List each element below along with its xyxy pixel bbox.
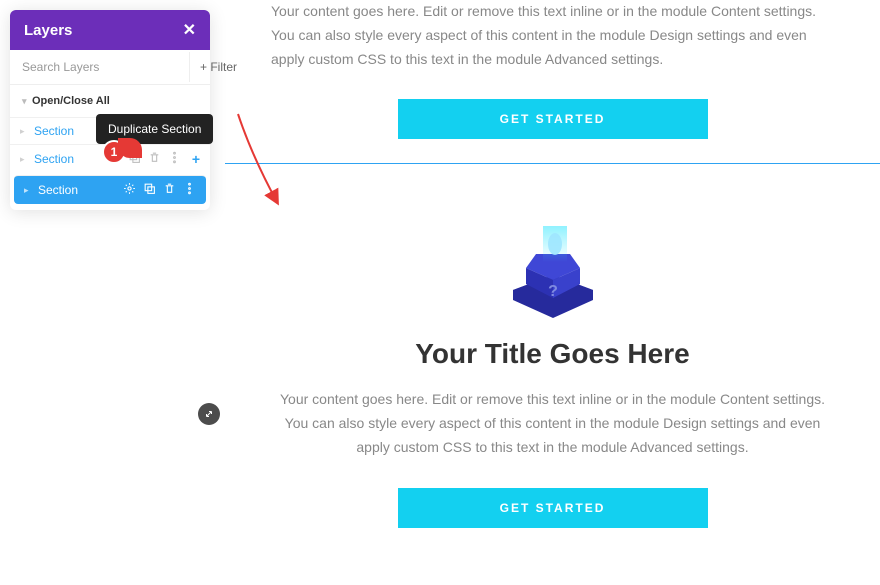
chevron-down-icon: ▾	[22, 96, 32, 107]
chevron-right-icon: ▸	[20, 154, 30, 165]
open-close-all-label: Open/Close All	[32, 95, 110, 107]
search-input[interactable]	[10, 50, 189, 84]
page-canvas: Your content goes here. Edit or remove t…	[225, 0, 880, 528]
more-icon[interactable]	[183, 182, 196, 198]
content-block: Your content goes here. Edit or remove t…	[225, 0, 880, 139]
filter-button[interactable]: + Filter	[189, 52, 247, 82]
open-close-all-row[interactable]: ▾ Open/Close All	[10, 85, 210, 117]
section-label: Section	[34, 183, 123, 197]
search-row: + Filter	[10, 50, 210, 85]
content-block: ? Your Title Goes Here Your content goes…	[225, 164, 880, 527]
trash-icon[interactable]	[148, 151, 161, 167]
get-started-button[interactable]: GET STARTED	[398, 488, 708, 528]
svg-text:?: ?	[548, 283, 558, 300]
annotation-arrow	[232, 110, 287, 210]
panel-title: Layers	[24, 22, 72, 39]
body-text: Your content goes here. Edit or remove t…	[271, 388, 834, 459]
get-started-button[interactable]: GET STARTED	[398, 99, 708, 139]
resize-handle-icon[interactable]	[198, 403, 220, 425]
section-row-active[interactable]: ▸ Section	[14, 175, 206, 204]
panel-header: Layers ✕	[10, 10, 210, 50]
section-actions	[123, 182, 196, 198]
layers-panel: Layers ✕ + Filter ▾ Open/Close All ▸ Sec…	[10, 10, 210, 210]
trash-icon[interactable]	[163, 182, 176, 198]
add-section-button[interactable]: +	[192, 151, 200, 167]
box-question-icon: ?	[498, 220, 608, 320]
more-icon[interactable]	[168, 151, 181, 167]
chevron-right-icon: ▸	[24, 185, 34, 196]
chevron-right-icon: ▸	[20, 126, 30, 137]
annotation-callout: 1	[102, 140, 126, 164]
section-title: Your Title Goes Here	[271, 338, 834, 370]
duplicate-icon[interactable]	[143, 182, 156, 198]
body-text: Your content goes here. Edit or remove t…	[271, 0, 834, 71]
gear-icon[interactable]	[123, 182, 136, 198]
close-icon[interactable]: ✕	[183, 20, 196, 40]
